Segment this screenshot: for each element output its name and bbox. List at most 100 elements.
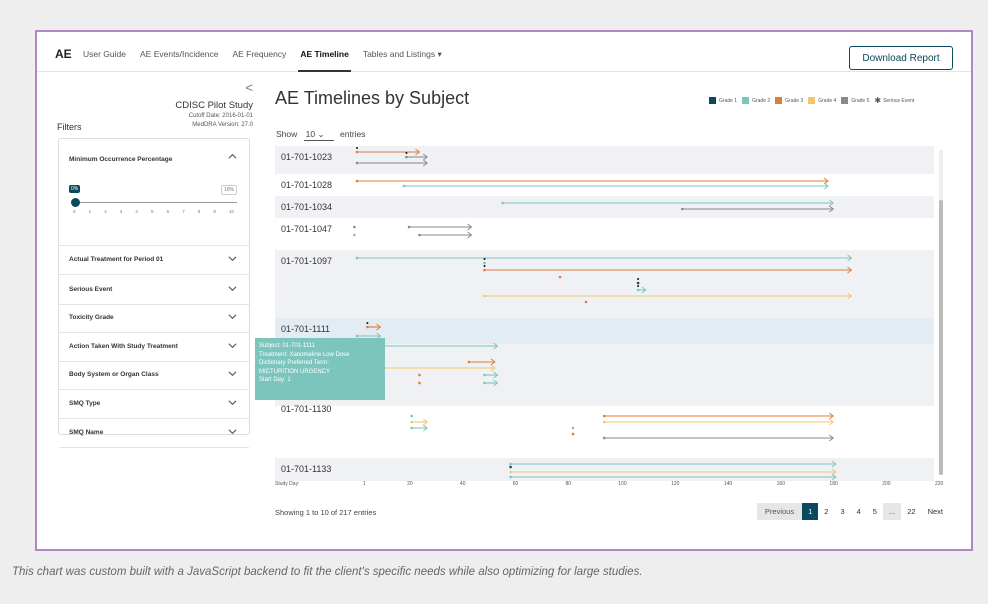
serious-event-marker (366, 322, 369, 324)
timeline-event[interactable] (558, 275, 562, 279)
timeline-event[interactable] (402, 182, 829, 190)
nav-ae-events[interactable]: AE Events/Incidence (140, 49, 218, 60)
timeline-event[interactable] (418, 231, 473, 239)
nav-user-guide[interactable]: User Guide (83, 49, 126, 60)
page-button[interactable]: 1 (802, 503, 819, 520)
timeline-event[interactable] (571, 426, 575, 430)
timeline-event[interactable] (405, 152, 429, 161)
scrollbar[interactable] (939, 150, 943, 475)
event-start-marker[interactable] (558, 275, 562, 279)
entries-select[interactable]: 10 ⌄ (303, 129, 334, 141)
timeline-event[interactable] (407, 223, 473, 231)
timeline-event[interactable] (509, 460, 837, 468)
timeline-event[interactable] (353, 225, 356, 229)
scrollbar-thumb[interactable] (939, 200, 943, 475)
event-start-marker[interactable] (418, 381, 421, 385)
collapse-sidebar-icon[interactable]: < (245, 80, 253, 95)
timeline-event[interactable] (483, 265, 853, 274)
timeline-event[interactable] (509, 473, 837, 481)
chevron-down-icon[interactable] (228, 427, 237, 436)
event-start-marker[interactable] (410, 414, 413, 418)
event-start-marker[interactable] (483, 261, 486, 265)
page-button[interactable]: 5 (867, 503, 883, 520)
slider-handle[interactable] (71, 198, 80, 207)
filter-action-taken-with-study-treatment[interactable]: Action Taken With Study Treatment (59, 333, 249, 362)
timeline-event[interactable] (483, 258, 486, 265)
nav-ae-timeline[interactable]: AE Timeline (298, 49, 351, 72)
timeline-event[interactable] (602, 434, 835, 442)
timeline-event[interactable] (355, 159, 429, 167)
event-start-marker[interactable] (571, 426, 575, 430)
serious-event-marker (483, 265, 486, 267)
chevron-down-icon[interactable] (228, 369, 237, 378)
timeline-event[interactable] (501, 199, 835, 207)
chevron-down-icon[interactable] (228, 312, 237, 321)
timeline-event[interactable] (509, 465, 512, 469)
timeline-event[interactable] (584, 300, 588, 304)
nav-ae-frequency[interactable]: AE Frequency (232, 49, 286, 60)
chevron-up-icon[interactable] (228, 152, 237, 161)
event-start-marker[interactable] (353, 225, 356, 229)
brand-logo[interactable]: AE (55, 47, 72, 61)
page-button[interactable]: 2 (818, 503, 834, 520)
timeline-event[interactable] (355, 254, 853, 262)
event-start-marker[interactable] (353, 233, 356, 237)
event-start-marker[interactable] (509, 465, 512, 469)
event-tooltip: Subject: 01-701-1111 Treatment: Xanomeli… (255, 338, 385, 400)
slider-tick: 3 (119, 209, 123, 214)
page-button[interactable]: 4 (851, 503, 867, 520)
legend-item: Grade 2 (742, 97, 770, 104)
timeline-event[interactable] (410, 414, 413, 418)
timeline-event[interactable] (366, 322, 382, 331)
previous-page-button[interactable]: Previous (756, 503, 803, 520)
nav-tables-listings[interactable]: Tables and Listings ▾ (363, 49, 442, 60)
timeline-event[interactable] (602, 418, 835, 426)
timeline-event[interactable] (483, 292, 853, 300)
page-button[interactable]: 3 (834, 503, 850, 520)
entries-info: Showing 1 to 10 of 217 entries (275, 508, 377, 517)
filter-actual-treatment-for-period-01[interactable]: Actual Treatment for Period 01 (59, 246, 249, 275)
timeline-event[interactable] (418, 381, 421, 385)
timeline-event[interactable] (410, 424, 429, 432)
filter-smq-type[interactable]: SMQ Type (59, 390, 249, 419)
timeline-event[interactable] (602, 412, 835, 420)
timeline-event[interactable] (355, 147, 421, 156)
timeline-event[interactable] (355, 177, 829, 185)
tooltip-term-label: Dictionary Preferred Term: (259, 360, 329, 367)
chevron-down-icon[interactable] (228, 398, 237, 407)
timeline-event[interactable] (636, 278, 640, 285)
timeline-event[interactable] (681, 205, 835, 213)
timeline-event[interactable] (483, 371, 499, 379)
axis-label: Study Day: (275, 481, 300, 487)
page-button[interactable]: 22 (901, 503, 921, 520)
timeline-event[interactable] (467, 358, 496, 366)
filter-body-system-or-organ-class[interactable]: Body System or Organ Class (59, 361, 249, 390)
event-start-marker[interactable] (636, 281, 640, 285)
chevron-down-icon[interactable] (228, 254, 237, 263)
timeline-event[interactable] (410, 418, 429, 426)
filter-label: Toxicity Grade (69, 314, 114, 321)
event-start-marker[interactable] (584, 300, 588, 304)
legend-swatch (775, 97, 783, 104)
next-page-button[interactable]: Next (922, 503, 949, 520)
axis-tick-label: 60 (512, 481, 519, 487)
chevron-down-icon[interactable] (228, 341, 237, 350)
slider-track[interactable] (75, 202, 237, 203)
filter-serious-event[interactable]: Serious Event (59, 276, 249, 305)
timeline-event[interactable] (353, 233, 356, 237)
slider-tick: 10 (229, 209, 235, 214)
timeline-event[interactable] (571, 432, 575, 436)
timeline-event[interactable] (509, 468, 837, 476)
timeline-event[interactable] (636, 285, 647, 294)
study-name: CDISC Pilot Study (175, 100, 253, 111)
timeline-event[interactable] (418, 373, 421, 377)
chevron-down-icon[interactable] (228, 284, 237, 293)
download-report-button[interactable]: Download Report (849, 46, 953, 70)
filter-toxicity-grade[interactable]: Toxicity Grade (59, 304, 249, 333)
serious-event-marker (637, 278, 640, 280)
timeline-event[interactable] (483, 379, 499, 387)
event-start-marker[interactable] (418, 373, 421, 377)
filter-smq-name[interactable]: SMQ Name (59, 419, 249, 448)
event-start-marker[interactable] (571, 432, 575, 436)
axis-tick-label: 220 (935, 481, 944, 487)
